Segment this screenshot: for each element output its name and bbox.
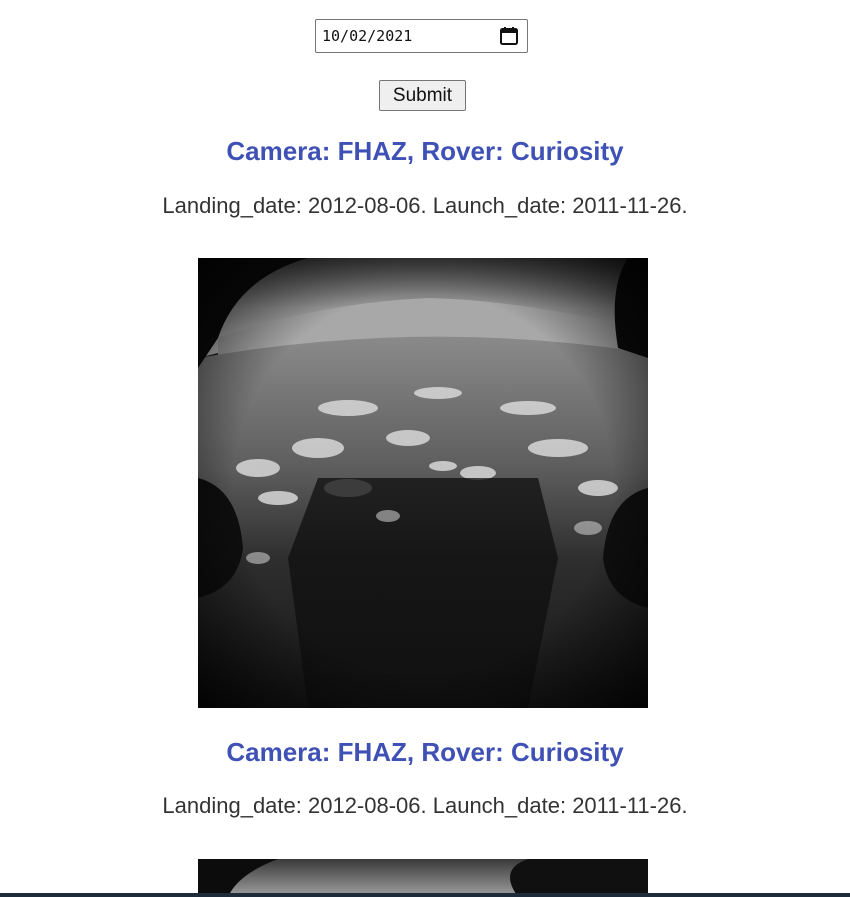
rover-photo: [198, 859, 648, 897]
date-input-value[interactable]: 10/02/2021: [322, 27, 412, 45]
photo-title: Camera: FHAZ, Rover: Curiosity: [226, 136, 624, 166]
rover-photo: [198, 258, 648, 708]
bottom-bar: [0, 893, 850, 897]
page: 10/02/2021 Submit Camera: FHAZ, Rover: C…: [0, 0, 850, 897]
submit-button[interactable]: Submit: [379, 80, 466, 111]
photo-title: Camera: FHAZ, Rover: Curiosity: [226, 737, 624, 767]
date-input[interactable]: 10/02/2021: [315, 19, 528, 53]
photo-dates: Landing_date: 2012-08-06. Launch_date: 2…: [162, 193, 688, 218]
photo-dates: Landing_date: 2012-08-06. Launch_date: 2…: [162, 793, 688, 818]
calendar-icon[interactable]: [499, 26, 519, 46]
